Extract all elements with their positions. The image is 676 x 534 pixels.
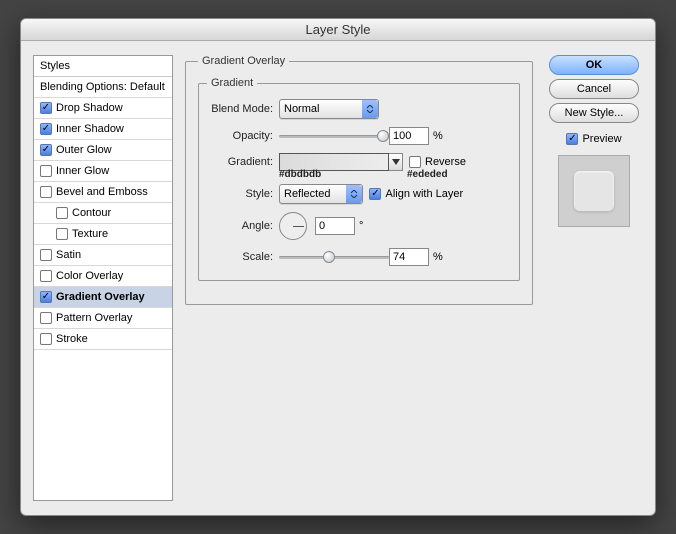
sidebar-item-pattern-overlay[interactable]: Pattern Overlay (34, 308, 172, 329)
gradient-arrow-icon[interactable] (389, 153, 403, 171)
preview-swatch (558, 155, 630, 227)
layer-style-dialog: Layer Style Styles Blending Options: Def… (20, 18, 656, 516)
blend-mode-value: Normal (284, 103, 319, 115)
opacity-input[interactable]: 100 (389, 127, 429, 145)
style-checkbox[interactable] (40, 270, 52, 282)
gradient-overlay-group: Gradient Overlay Gradient Blend Mode: No… (185, 55, 533, 305)
sidebar-item-gradient-overlay[interactable]: ✓ Gradient Overlay (34, 287, 172, 308)
gradient-group: Gradient Blend Mode: Normal Opacity: (198, 77, 520, 281)
panel-title: Gradient Overlay (198, 55, 289, 67)
sidebar-item-label: Contour (72, 207, 111, 219)
sidebar-item-label: Inner Glow (56, 165, 109, 177)
right-column: OK Cancel New Style... ✓ Preview (545, 55, 643, 501)
style-checkbox[interactable] (40, 165, 52, 177)
sidebar-item-label: Outer Glow (56, 144, 112, 156)
align-with-layer-label: Align with Layer (381, 188, 463, 200)
sidebar-item-label: Drop Shadow (56, 102, 123, 114)
main-panel: Gradient Overlay Gradient Blend Mode: No… (185, 55, 533, 501)
chevron-updown-icon (346, 185, 362, 203)
align-with-layer-checkbox[interactable]: ✓ (369, 188, 381, 200)
window-title: Layer Style (21, 19, 655, 41)
sidebar-item-texture[interactable]: Texture (34, 224, 172, 245)
chevron-updown-icon (362, 100, 378, 118)
style-checkbox[interactable] (56, 228, 68, 240)
preview-checkbox[interactable]: ✓ (566, 133, 578, 145)
style-checkbox[interactable]: ✓ (40, 102, 52, 114)
styles-sidebar: Styles Blending Options: Default ✓ Drop S… (33, 55, 173, 501)
style-label: Style: (207, 188, 279, 200)
scale-label: Scale: (207, 251, 279, 263)
style-checkbox[interactable] (56, 207, 68, 219)
sidebar-item-outer-glow[interactable]: ✓ Outer Glow (34, 140, 172, 161)
cancel-button[interactable]: Cancel (549, 79, 639, 99)
sidebar-item-drop-shadow[interactable]: ✓ Drop Shadow (34, 98, 172, 119)
style-checkbox[interactable] (40, 249, 52, 261)
scale-slider[interactable] (279, 249, 389, 265)
style-checkbox[interactable] (40, 333, 52, 345)
gradient-label: Gradient: (207, 156, 279, 168)
sidebar-item-inner-glow[interactable]: Inner Glow (34, 161, 172, 182)
sidebar-item-label: Stroke (56, 333, 88, 345)
blend-mode-label: Blend Mode: (207, 103, 279, 115)
reverse-label: Reverse (421, 156, 466, 168)
sidebar-blending-options[interactable]: Blending Options: Default (34, 77, 172, 98)
opacity-slider[interactable] (279, 128, 389, 144)
preview-inner-icon (574, 171, 614, 211)
opacity-unit: % (429, 130, 443, 142)
style-checkbox[interactable]: ✓ (40, 123, 52, 135)
ok-button[interactable]: OK (549, 55, 639, 75)
sidebar-item-stroke[interactable]: Stroke (34, 329, 172, 350)
sidebar-item-label: Satin (56, 249, 81, 261)
blend-mode-dropdown[interactable]: Normal (279, 99, 379, 119)
style-value: Reflected (284, 188, 330, 200)
style-checkbox[interactable]: ✓ (40, 144, 52, 156)
angle-dial[interactable] (279, 212, 307, 240)
scale-input[interactable]: 74 (389, 248, 429, 266)
reverse-checkbox[interactable] (409, 156, 421, 168)
gradient-hex-left: #dbdbdb (279, 169, 339, 180)
sidebar-item-label: Inner Shadow (56, 123, 124, 135)
new-style-button[interactable]: New Style... (549, 103, 639, 123)
sidebar-item-label: Pattern Overlay (56, 312, 132, 324)
sidebar-item-inner-shadow[interactable]: ✓ Inner Shadow (34, 119, 172, 140)
style-checkbox[interactable] (40, 312, 52, 324)
gradient-legend: Gradient (207, 77, 257, 89)
preview-label: Preview (582, 133, 621, 145)
angle-label: Angle: (207, 220, 279, 232)
blending-options-label: Blending Options: Default (40, 81, 165, 93)
sidebar-item-color-overlay[interactable]: Color Overlay (34, 266, 172, 287)
sidebar-item-bevel-and-emboss[interactable]: Bevel and Emboss (34, 182, 172, 203)
style-dropdown[interactable]: Reflected (279, 184, 363, 204)
gradient-hex-right: #ededed (407, 169, 448, 180)
sidebar-item-label: Gradient Overlay (56, 291, 145, 303)
sidebar-item-label: Bevel and Emboss (56, 186, 148, 198)
opacity-label: Opacity: (207, 130, 279, 142)
angle-input[interactable]: 0 (315, 217, 355, 235)
dialog-body: Styles Blending Options: Default ✓ Drop S… (21, 41, 655, 515)
sidebar-item-label: Color Overlay (56, 270, 123, 282)
style-checkbox[interactable] (40, 186, 52, 198)
sidebar-item-label: Texture (72, 228, 108, 240)
style-checkbox[interactable]: ✓ (40, 291, 52, 303)
angle-unit: ° (355, 220, 363, 232)
sidebar-header[interactable]: Styles (34, 56, 172, 77)
sidebar-item-satin[interactable]: Satin (34, 245, 172, 266)
sidebar-item-contour[interactable]: Contour (34, 203, 172, 224)
scale-unit: % (429, 251, 443, 263)
